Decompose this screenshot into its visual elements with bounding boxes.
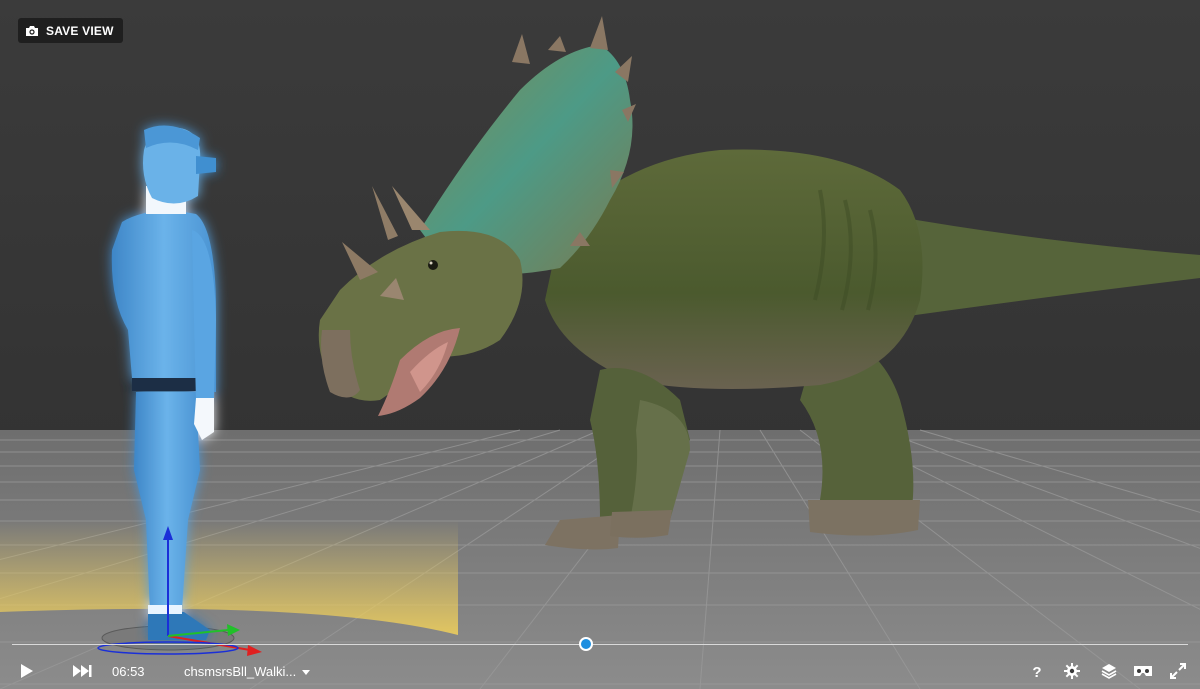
help-button[interactable]: ? [1028, 662, 1046, 682]
camera-icon [25, 25, 39, 37]
save-view-button[interactable]: SAVE VIEW [18, 18, 123, 43]
animation-name: chsmsrsBll_Walki... [184, 664, 297, 679]
skip-forward-icon [72, 664, 92, 681]
timeline-scrubber[interactable] [578, 637, 593, 651]
3d-scene[interactable] [0, 0, 1200, 689]
playback-time: 06:53 [112, 664, 145, 679]
3d-viewport[interactable]: SAVE VIEW 06:53 chsmsrsBll_Walki... ? [0, 0, 1200, 689]
help-icon: ? [1032, 663, 1042, 681]
animation-select[interactable]: chsmsrsBll_Walki... [184, 664, 311, 679]
fullscreen-icon [1170, 662, 1186, 682]
player-controls: 06:53 chsmsrsBll_Walki... ? [0, 654, 1200, 689]
chevron-down-icon [302, 669, 311, 675]
layers-icon [1101, 663, 1117, 682]
save-view-label: SAVE VIEW [46, 23, 114, 38]
layers-button[interactable] [1099, 663, 1119, 681]
vr-headset-icon [1133, 664, 1153, 681]
play-button[interactable] [16, 663, 38, 681]
settings-button[interactable] [1062, 662, 1082, 682]
play-icon [20, 663, 34, 682]
next-animation-button[interactable] [70, 663, 94, 681]
timeline-track[interactable] [12, 644, 1188, 645]
vr-button[interactable] [1132, 663, 1154, 681]
fullscreen-button[interactable] [1168, 662, 1188, 682]
gear-icon [1064, 662, 1080, 682]
